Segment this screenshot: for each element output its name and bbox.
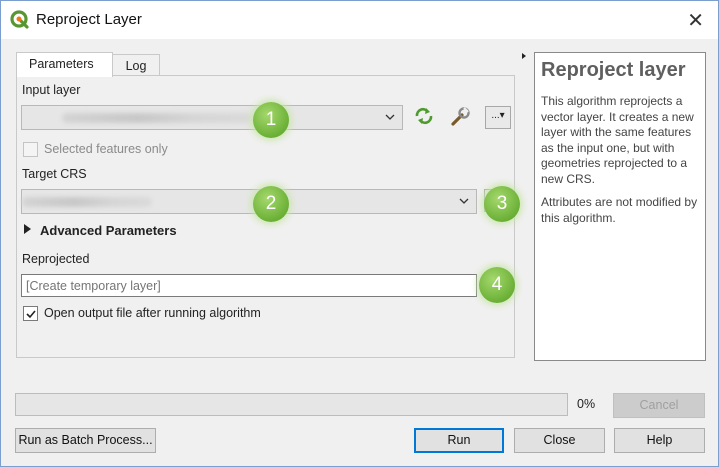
help-paragraph-2: Attributes are not modified by this algo… [541, 195, 698, 225]
target-crs-label: Target CRS [22, 167, 87, 181]
open-output-checkbox[interactable] [23, 306, 38, 321]
qgis-logo-icon [10, 10, 29, 29]
advanced-parameters-label: Advanced Parameters [40, 223, 177, 238]
close-button[interactable]: Close [514, 428, 605, 453]
input-layer-options-button[interactable]: ...▾ [485, 106, 511, 129]
selected-features-checkbox[interactable] [23, 142, 38, 157]
progress-percent: 0% [577, 397, 596, 411]
help-paragraph-1: This algorithm reprojects a vector layer… [541, 94, 694, 186]
cancel-button[interactable]: Cancel [613, 393, 705, 418]
callout-badge-2: 2 [253, 186, 289, 222]
chevron-down-icon [385, 114, 395, 120]
expand-triangle-icon [24, 224, 31, 234]
reproject-layer-dialog: Reproject Layer ✕ Log Parameters Input l… [0, 0, 719, 467]
help-title: Reproject layer [541, 59, 686, 81]
progress-bar [15, 393, 568, 416]
callout-badge-1: 1 [253, 102, 289, 138]
input-layer-label: Input layer [22, 83, 81, 97]
help-panel: Reproject layer This algorithm reproject… [534, 52, 706, 361]
reprojected-output-input[interactable] [21, 274, 477, 297]
callout-badge-3: 3 [484, 186, 520, 222]
title-bar: Reproject Layer ✕ [1, 1, 718, 39]
help-button[interactable]: Help [614, 428, 705, 453]
wrench-icon[interactable] [447, 106, 473, 130]
open-output-label: Open output file after running algorithm [44, 306, 261, 320]
window-title: Reproject Layer [36, 11, 142, 28]
iterate-icon[interactable] [411, 106, 437, 130]
target-crs-value [22, 197, 152, 207]
input-layer-combo[interactable] [21, 105, 403, 130]
close-icon[interactable]: ✕ [687, 8, 704, 33]
input-layer-value [62, 113, 252, 123]
reprojected-label: Reprojected [22, 252, 90, 266]
tab-log[interactable]: Log [112, 54, 160, 76]
selected-features-label: Selected features only [44, 142, 168, 156]
run-button[interactable]: Run [414, 428, 504, 453]
checkmark-icon [26, 310, 36, 319]
chevron-down-icon [459, 198, 469, 204]
callout-badge-4: 4 [479, 267, 515, 303]
advanced-parameters-toggle[interactable]: Advanced Parameters [24, 223, 177, 238]
help-collapse-icon[interactable] [522, 53, 526, 59]
tab-parameters[interactable]: Parameters [16, 52, 113, 77]
target-crs-combo[interactable] [21, 189, 477, 214]
run-as-batch-button[interactable]: Run as Batch Process... [15, 428, 156, 453]
